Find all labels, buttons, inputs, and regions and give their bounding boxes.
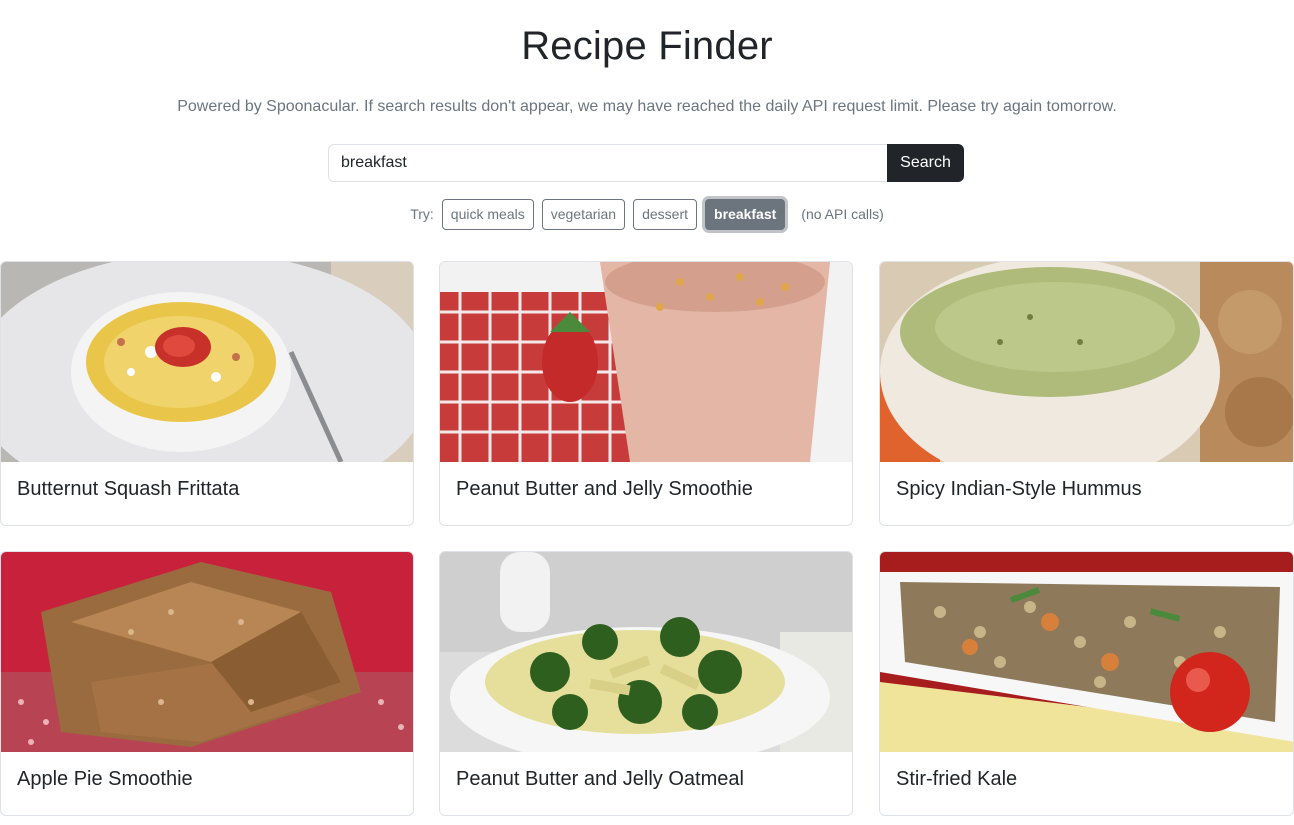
search-bar: Search [328, 144, 964, 182]
chip-vegetarian[interactable]: vegetarian [541, 198, 626, 230]
recipe-card[interactable]: Apple Pie Smoothie [0, 551, 414, 816]
recipe-card[interactable]: Butternut Squash Frittata [0, 261, 414, 526]
recipe-title: Stir-fried Kale [896, 768, 1018, 790]
recipe-title: Peanut Butter and Jelly Oatmeal [456, 768, 744, 790]
chip-breakfast[interactable]: breakfast [705, 198, 786, 230]
recipe-title: Spicy Indian-Style Hummus [896, 478, 1142, 500]
recipe-card[interactable]: Stir-fried Kale [879, 551, 1294, 816]
page-subtitle: Powered by Spoonacular. If search result… [177, 98, 1117, 115]
recipe-image [440, 262, 852, 462]
recipe-image [1, 262, 413, 462]
search-button[interactable]: Search [887, 144, 964, 182]
recipe-image [440, 552, 852, 752]
suggestion-row: Try: quick meals vegetarian dessert brea… [0, 198, 1294, 230]
try-label: Try: [410, 206, 434, 222]
search-input[interactable] [328, 144, 887, 182]
recipe-card[interactable]: Peanut Butter and Jelly Smoothie [439, 261, 853, 526]
recipe-title: Butternut Squash Frittata [17, 478, 240, 500]
page-title: Recipe Finder [521, 24, 773, 68]
recipe-card[interactable]: Peanut Butter and Jelly Oatmeal [439, 551, 853, 816]
chip-dessert[interactable]: dessert [633, 198, 698, 230]
recipe-card[interactable]: Spicy Indian-Style Hummus [879, 261, 1294, 526]
recipe-image [880, 552, 1293, 752]
no-api-note: (no API calls) [801, 206, 884, 222]
recipe-title: Apple Pie Smoothie [17, 768, 193, 790]
chip-quick-meals[interactable]: quick meals [441, 198, 534, 230]
recipe-image [1, 552, 413, 752]
recipe-image [880, 262, 1293, 462]
recipe-title: Peanut Butter and Jelly Smoothie [456, 478, 753, 500]
